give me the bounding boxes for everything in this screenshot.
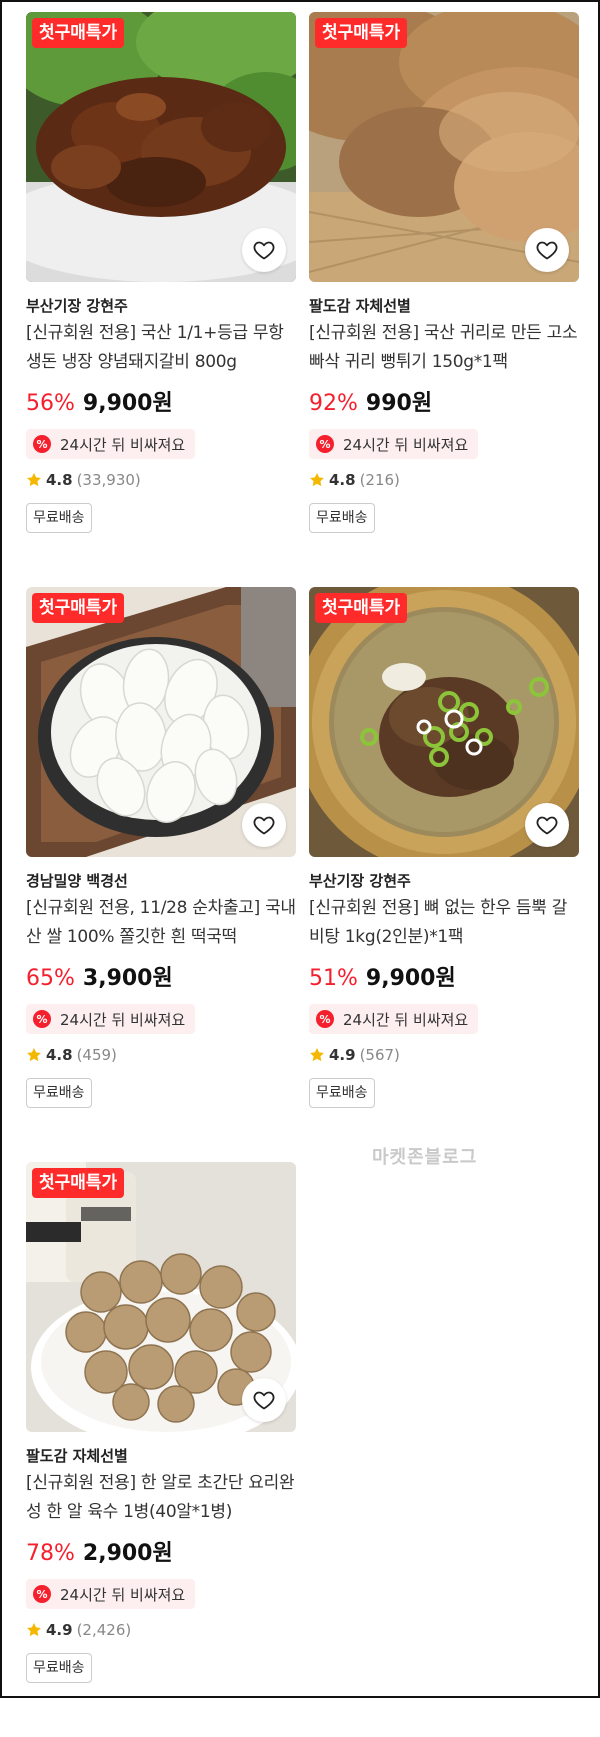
discount-rate: 56%	[26, 391, 75, 416]
first-purchase-badge: 첫구매특가	[32, 18, 125, 48]
price-row: 65% 3,900원	[26, 960, 296, 994]
seller-name: 부산기장 강현주	[26, 297, 128, 315]
svg-text:%: %	[319, 1013, 330, 1026]
first-purchase-badge: 첫구매특가	[32, 593, 125, 623]
heart-icon	[253, 241, 275, 260]
price-row: 78% 2,900원	[26, 1535, 296, 1569]
blog-watermark: 마켓존블로그	[372, 1147, 478, 1168]
seller-name: 부산기장 강현주	[309, 872, 411, 890]
star-icon	[27, 1048, 41, 1062]
rating-score: 4.8	[329, 471, 356, 489]
price-row: 51% 9,900원	[309, 960, 579, 994]
page-frame: 첫구매특가 부산기장 강현주 [신규회원 전용] 국산 1/1+등급 무항생돈 …	[0, 0, 600, 1698]
free-shipping-tag: 무료배송	[26, 503, 92, 533]
svg-text:%: %	[36, 438, 47, 451]
price-timer-badge: % 24시간 뒤 비싸져요	[26, 429, 196, 459]
review-count: (2,426)	[76, 1621, 132, 1639]
review-count: (33,930)	[76, 471, 141, 489]
discount-clock-icon: %	[33, 1585, 51, 1603]
review-count: (567)	[359, 1046, 400, 1064]
price-timer-badge: % 24시간 뒤 비싸져요	[26, 1579, 196, 1609]
review-count: (459)	[76, 1046, 117, 1064]
seller-name: 경남밀양 백경선	[26, 872, 128, 890]
discount-rate: 92%	[309, 391, 358, 416]
product-grid: 첫구매특가 부산기장 강현주 [신규회원 전용] 국산 1/1+등급 무항생돈 …	[26, 12, 582, 1737]
wishlist-button[interactable]	[525, 803, 569, 847]
heart-icon	[253, 1391, 275, 1410]
first-purchase-badge: 첫구매특가	[315, 593, 408, 623]
wishlist-button[interactable]	[242, 803, 286, 847]
wishlist-button[interactable]	[242, 1378, 286, 1422]
first-purchase-badge: 첫구매특가	[315, 18, 408, 48]
timer-text: 24시간 뒤 비싸져요	[343, 435, 469, 454]
rating-row: 4.9 (2,426)	[26, 1619, 296, 1641]
first-purchase-badge: 첫구매특가	[32, 1168, 125, 1198]
timer-text: 24시간 뒤 비싸져요	[60, 1010, 186, 1029]
sale-price: 9,900원	[82, 391, 173, 416]
product-image[interactable]: 첫구매특가	[26, 587, 296, 857]
discount-clock-icon: %	[316, 1010, 334, 1028]
timer-text: 24시간 뒤 비싸져요	[343, 1010, 469, 1029]
price-timer-badge: % 24시간 뒤 비싸져요	[309, 429, 479, 459]
rating-row: 4.8 (459)	[26, 1044, 296, 1066]
svg-text:%: %	[36, 1588, 47, 1601]
product-title[interactable]: [신규회원 전용] 한 알로 초간단 요리완성 한 알 육수 1병(40알*1병…	[26, 1469, 296, 1527]
discount-rate: 51%	[309, 966, 358, 991]
product-title[interactable]: [신규회원 전용, 11/28 순차출고] 국내산 쌀 100% 쫄깃한 흰 떡…	[26, 894, 296, 952]
seller-name: 팔도감 자체선별	[309, 297, 411, 315]
star-icon	[310, 473, 324, 487]
timer-text: 24시간 뒤 비싸져요	[60, 1585, 186, 1604]
discount-clock-icon: %	[316, 435, 334, 453]
svg-text:%: %	[36, 1013, 47, 1026]
product-image[interactable]: 첫구매특가	[309, 587, 579, 857]
product-card[interactable]: 첫구매특가 경남밀양 백경선 [신규회원 전용, 11/28 순차출고] 국내산…	[26, 587, 296, 1162]
rating-score: 4.9	[46, 1621, 73, 1639]
product-card[interactable]: 첫구매특가 부산기장 강현주 [신규회원 전용] 국산 1/1+등급 무항생돈 …	[26, 12, 296, 587]
free-shipping-tag: 무료배송	[309, 1078, 375, 1108]
sale-price: 3,900원	[82, 966, 173, 991]
sale-price: 9,900원	[365, 966, 456, 991]
price-timer-badge: % 24시간 뒤 비싸져요	[309, 1004, 479, 1034]
product-title[interactable]: [신규회원 전용] 국산 귀리로 만든 고소 빠삭 귀리 뻥튀기 150g*1팩	[309, 319, 579, 377]
rating-score: 4.8	[46, 1046, 73, 1064]
price-timer-badge: % 24시간 뒤 비싸져요	[26, 1004, 196, 1034]
free-shipping-tag: 무료배송	[26, 1078, 92, 1108]
discount-clock-icon: %	[33, 1010, 51, 1028]
heart-icon	[253, 816, 275, 835]
free-shipping-tag: 무료배송	[309, 503, 375, 533]
price-row: 56% 9,900원	[26, 385, 296, 419]
product-card[interactable]: 첫구매특가 팔도감 자체선별 [신규회원 전용] 한 알로 초간단 요리완성 한…	[26, 1162, 296, 1737]
star-icon	[27, 473, 41, 487]
sale-price: 2,900원	[82, 1541, 173, 1566]
product-image[interactable]: 첫구매특가	[309, 12, 579, 282]
seller-name: 팔도감 자체선별	[26, 1447, 128, 1465]
review-count: (216)	[359, 471, 400, 489]
price-row: 92% 990원	[309, 385, 579, 419]
free-shipping-tag: 무료배송	[26, 1653, 92, 1683]
rating-score: 4.9	[329, 1046, 356, 1064]
product-title[interactable]: [신규회원 전용] 뼈 없는 한우 듬뿍 갈비탕 1kg(2인분)*1팩	[309, 894, 579, 952]
rating-row: 4.8 (216)	[309, 469, 579, 491]
star-icon	[310, 1048, 324, 1062]
product-image[interactable]: 첫구매특가	[26, 12, 296, 282]
product-card[interactable]: 첫구매특가 부산기장 강현주 [신규회원 전용] 뼈 없는 한우 듬뿍 갈비탕 …	[309, 587, 579, 1162]
heart-icon	[536, 816, 558, 835]
wishlist-button[interactable]	[525, 228, 569, 272]
heart-icon	[536, 241, 558, 260]
discount-rate: 65%	[26, 966, 75, 991]
product-image[interactable]: 첫구매특가	[26, 1162, 296, 1432]
discount-clock-icon: %	[33, 435, 51, 453]
discount-rate: 78%	[26, 1541, 75, 1566]
wishlist-button[interactable]	[242, 228, 286, 272]
star-icon	[27, 1623, 41, 1637]
product-card[interactable]: 첫구매특가 팔도감 자체선별 [신규회원 전용] 국산 귀리로 만든 고소 빠삭…	[309, 12, 579, 587]
timer-text: 24시간 뒤 비싸져요	[60, 435, 186, 454]
sale-price: 990원	[365, 391, 433, 416]
product-title[interactable]: [신규회원 전용] 국산 1/1+등급 무항생돈 냉장 양념돼지갈비 800g	[26, 319, 296, 377]
rating-row: 4.9 (567)	[309, 1044, 579, 1066]
rating-score: 4.8	[46, 471, 73, 489]
svg-text:%: %	[319, 438, 330, 451]
rating-row: 4.8 (33,930)	[26, 469, 296, 491]
